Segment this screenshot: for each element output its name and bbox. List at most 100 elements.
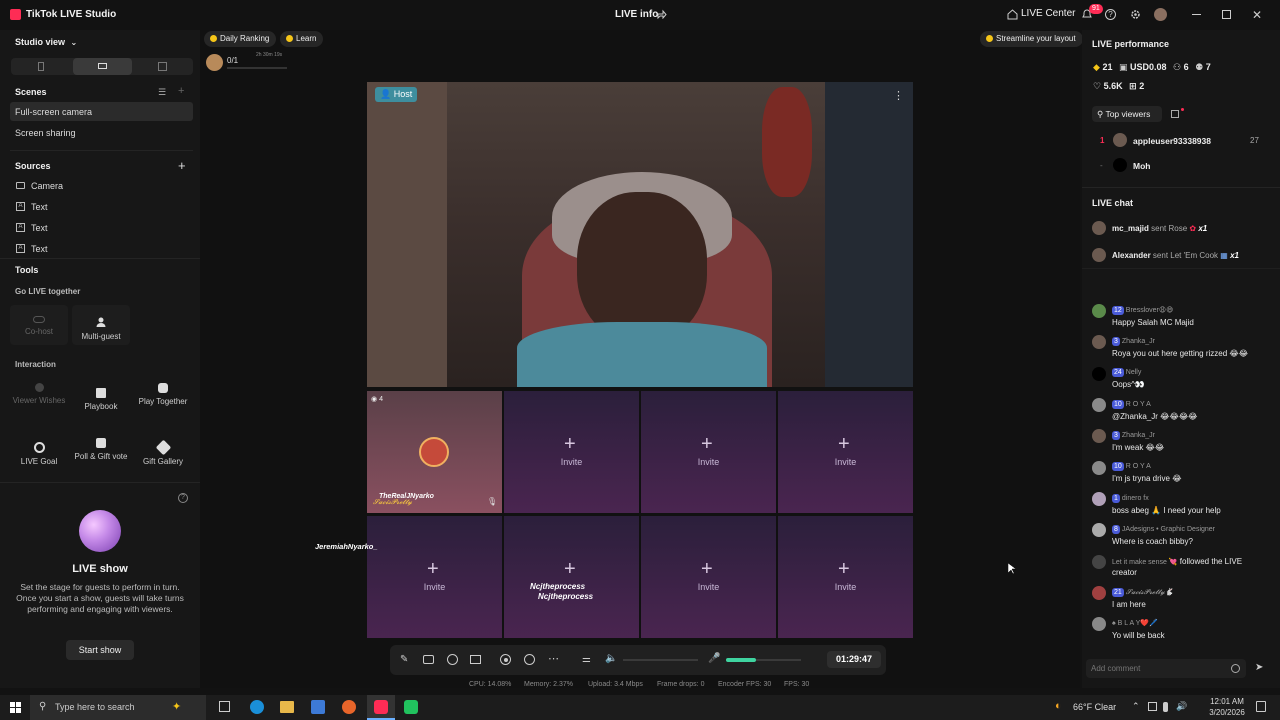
magic-wand-icon[interactable]: ✎ (400, 654, 408, 665)
info-icon[interactable]: ? (178, 493, 188, 503)
list-tab-icon[interactable] (1171, 110, 1179, 118)
invite-cell[interactable]: + Invite (504, 391, 639, 513)
layout-icon[interactable] (470, 655, 481, 664)
source-text[interactable]: Text (31, 223, 48, 233)
cohost-button[interactable]: Co-host (10, 305, 68, 345)
playbook-button[interactable]: Playbook (72, 379, 130, 421)
chat-user[interactable]: 10 R O Y A (1112, 400, 1151, 409)
profile-avatar[interactable] (1154, 8, 1167, 21)
side-username: JeremiahNyarko_ (315, 542, 378, 551)
settings-gear-icon[interactable] (1130, 9, 1141, 20)
gift-user[interactable]: Alexander (1112, 251, 1151, 260)
share-icon[interactable] (657, 9, 667, 19)
network-icon[interactable] (1148, 702, 1157, 711)
more-icon[interactable]: ⋯ (548, 652, 559, 665)
chat-user[interactable]: 24 Nelly (1112, 368, 1141, 377)
daily-ranking-button[interactable]: Daily Ranking (204, 31, 277, 47)
speaker-icon[interactable]: 🔈 (605, 653, 617, 664)
add-source-icon[interactable]: + (178, 158, 186, 173)
mic-volume-slider[interactable] (726, 658, 801, 662)
invite-cell[interactable]: + Invite (641, 516, 776, 638)
notifications-icon[interactable] (1256, 701, 1266, 712)
app-icon[interactable] (404, 700, 418, 714)
top-viewer-name[interactable]: Moh (1133, 161, 1150, 171)
mixer-icon[interactable]: ⚌ (582, 654, 591, 665)
live-center-link[interactable]: LIVE Center (1021, 8, 1075, 19)
scene-item-screen-sharing[interactable]: Screen sharing (15, 128, 76, 138)
invite-cell[interactable]: + Invite (778, 391, 913, 513)
multiguest-button[interactable]: Multi-guest (72, 305, 130, 345)
avatar (1092, 335, 1106, 349)
windows-start-icon[interactable] (10, 702, 21, 713)
edge-icon[interactable] (250, 700, 264, 714)
source-text[interactable]: Text (31, 202, 48, 212)
firefox-icon[interactable] (342, 700, 356, 714)
task-view-icon[interactable] (219, 701, 230, 712)
comment-input[interactable] (1091, 662, 1221, 675)
list-icon[interactable]: ☰ (158, 87, 166, 98)
split-view-icon[interactable] (158, 62, 167, 71)
learn-button[interactable]: Learn (280, 31, 324, 47)
start-show-button[interactable]: Start show (66, 640, 134, 660)
invite-cell[interactable]: + Invite (641, 391, 776, 513)
gift-user[interactable]: mc_majid (1112, 224, 1149, 233)
poll-gift-vote-button[interactable]: Poll & Gift vote (72, 436, 130, 478)
file-explorer-icon[interactable] (280, 701, 294, 713)
chat-user[interactable]: 8 JAdesigns • Graphic Designer (1112, 525, 1215, 534)
streamline-layout-button[interactable]: Streamline your layout (980, 31, 1083, 47)
play-together-button[interactable]: Play Together (134, 379, 192, 421)
chat-user[interactable]: 10 R O Y A (1112, 462, 1151, 471)
source-camera[interactable]: Camera (31, 181, 63, 191)
emoji-icon[interactable] (1231, 664, 1240, 673)
live-info-title[interactable]: LIVE info (615, 9, 658, 20)
portrait-view-icon[interactable] (38, 62, 44, 71)
clock-time[interactable]: 12:01 AM (1209, 697, 1245, 706)
send-icon[interactable]: ➤ (1255, 662, 1263, 673)
filter-icon[interactable] (447, 654, 458, 665)
volume-icon[interactable]: 🔊 (1176, 701, 1187, 712)
minimize-icon[interactable] (1192, 14, 1201, 15)
chat-username[interactable]: Let it make sense 💘 (1112, 559, 1178, 566)
chat-user[interactable]: 1 dinero fx (1112, 494, 1149, 503)
chat-user[interactable]: 12 Bresslover😩😄 (1112, 306, 1173, 315)
clock-date[interactable]: 3/20/2026 (1207, 708, 1247, 717)
chat-user[interactable]: 21 𝓢𝓪𝓬𝓲𝓼𝓟𝓻𝓮𝓽𝓽𝔂🐇 (1112, 588, 1174, 597)
gift-gallery-button[interactable]: Gift Gallery (134, 439, 192, 482)
close-icon[interactable]: ✕ (1252, 8, 1262, 22)
go-live-together-label: Go LIVE together (15, 287, 81, 296)
more-options-icon[interactable]: ⋮ (893, 89, 904, 102)
live-goal-label: LIVE Goal (20, 457, 58, 466)
speaker-volume-slider[interactable] (623, 659, 698, 661)
search-box[interactable]: ⚲ Type here to search ✦ (30, 695, 206, 720)
maximize-icon[interactable] (1222, 10, 1231, 19)
mic-icon[interactable]: 🎙 (487, 497, 497, 506)
add-scene-icon[interactable]: + (178, 85, 184, 97)
level-badge: 8 (1112, 525, 1120, 534)
invite-cell[interactable]: + Invite (778, 516, 913, 638)
help-icon[interactable]: ? (1105, 9, 1116, 20)
effects-icon[interactable] (423, 655, 434, 664)
microphone-icon[interactable]: 🎤 (708, 653, 720, 664)
guest-cell-1[interactable]: ◉ 4 TheRealJNyarko 𝓢𝓪𝓬𝓲𝓼𝓟𝓻𝓮𝓽𝓽𝔂 🎙 (367, 391, 502, 513)
top-viewers-tab[interactable]: ⚲ Top viewers (1092, 106, 1162, 122)
chevron-up-icon[interactable]: ⌃ (1132, 701, 1140, 712)
live-goal-button[interactable]: LIVE Goal (10, 438, 68, 480)
camera-flip-icon[interactable] (524, 654, 535, 665)
tiktok-taskbar-button[interactable] (367, 695, 395, 720)
mic-tray-icon[interactable] (1163, 702, 1168, 712)
invite-cell[interactable]: + (504, 516, 639, 638)
top-viewer-name[interactable]: appleuser93338938 (1133, 136, 1211, 146)
invite-cell[interactable]: + Invite (367, 516, 502, 638)
studio-view-dropdown[interactable]: Studio view ⌄ (15, 37, 77, 47)
store-icon[interactable] (311, 700, 325, 714)
poll-gift-label: Poll & Gift vote (74, 452, 128, 461)
viewer-wishes-button[interactable]: Viewer Wishes (10, 379, 68, 421)
chat-user[interactable]: ♠ B L A Y❤️🖊️ (1112, 619, 1158, 627)
source-text[interactable]: Text (31, 244, 48, 254)
host-video[interactable]: 👤 Host ⋮ (367, 82, 913, 387)
chat-user[interactable]: 3 Zhanka_Jr (1112, 431, 1155, 440)
chat-user[interactable]: 3 Zhanka_Jr (1112, 337, 1155, 346)
weather-text[interactable]: 66°F Clear (1073, 702, 1116, 712)
landscape-view-button[interactable] (73, 58, 132, 75)
record-icon[interactable] (500, 654, 511, 665)
